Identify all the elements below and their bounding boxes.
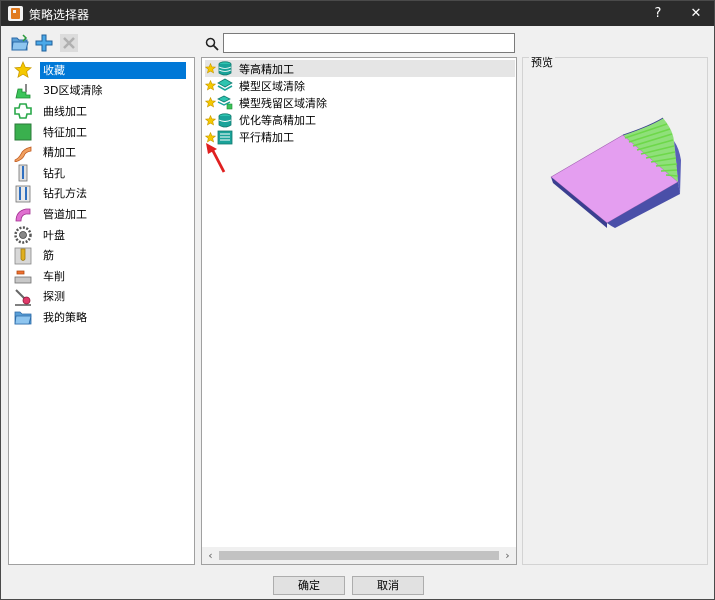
category-item-probe[interactable]: 探测 bbox=[14, 287, 190, 308]
folder-icon bbox=[14, 308, 32, 326]
category-label: 特征加工 bbox=[43, 125, 87, 139]
strategy-item-raster-finishing[interactable]: 平行精加工 bbox=[204, 129, 515, 146]
category-label: 我的策略 bbox=[43, 310, 87, 324]
category-item-my-strategies[interactable]: 我的策略 bbox=[14, 307, 190, 328]
category-item-turning[interactable]: 车削 bbox=[14, 266, 190, 287]
category-label: 车削 bbox=[43, 269, 65, 283]
category-label: 管道加工 bbox=[43, 207, 87, 221]
preview-title: 预览 bbox=[529, 54, 555, 70]
favorite-star-icon[interactable] bbox=[204, 62, 217, 74]
model-rest-clear-icon bbox=[217, 95, 233, 110]
category-item-drilling-method[interactable]: 钻孔方法 bbox=[14, 184, 190, 205]
area-clear-icon bbox=[14, 82, 32, 100]
scroll-right-icon[interactable]: › bbox=[499, 547, 516, 564]
scrollbar-thumb[interactable] bbox=[219, 551, 499, 560]
category-label: 精加工 bbox=[43, 146, 76, 160]
category-item-curve-machining[interactable]: 曲线加工 bbox=[14, 101, 190, 122]
strategy-label: 模型区域清除 bbox=[239, 79, 305, 93]
delete-icon[interactable] bbox=[59, 33, 79, 53]
feature-machining-icon bbox=[14, 123, 32, 141]
category-item-favorites[interactable]: 收藏 bbox=[14, 60, 190, 81]
rib-icon bbox=[14, 247, 32, 265]
strategy-item-constant-z[interactable]: 等高精加工 bbox=[204, 60, 515, 78]
probe-icon bbox=[14, 288, 32, 306]
strategy-list: 等高精加工 模型区域清除 模型残留区域清除 优化等高精加工 平行精加工 bbox=[204, 60, 515, 146]
scroll-left-icon[interactable]: ‹ bbox=[202, 547, 219, 564]
strategy-list-panel[interactable]: 等高精加工 模型区域清除 模型残留区域清除 优化等高精加工 平行精加工 ‹ › bbox=[201, 57, 517, 565]
strategy-label: 等高精加工 bbox=[239, 62, 294, 76]
blisk-icon bbox=[14, 226, 32, 244]
strategy-label: 优化等高精加工 bbox=[239, 114, 316, 128]
turning-icon bbox=[14, 267, 32, 285]
category-item-drilling[interactable]: 钻孔 bbox=[14, 163, 190, 184]
category-item-pipe-machining[interactable]: 管道加工 bbox=[14, 204, 190, 225]
model-area-clear-icon bbox=[217, 78, 233, 93]
red-annotation-arrow bbox=[206, 143, 226, 173]
drilling-method-icon bbox=[14, 185, 32, 203]
category-item-3d-area-clear[interactable]: 3D区域清除 bbox=[14, 81, 190, 102]
favorite-star-icon[interactable] bbox=[204, 80, 217, 91]
star-icon bbox=[14, 61, 32, 79]
category-label: 探测 bbox=[43, 290, 65, 304]
strategy-selector-dialog: 策略选择器 ? ✕ 收藏 3D区域清除 曲线加工 特征加工 精加工 钻孔 钻孔方… bbox=[0, 0, 715, 600]
category-item-finishing[interactable]: 精加工 bbox=[14, 142, 190, 163]
category-tree[interactable]: 收藏 3D区域清除 曲线加工 特征加工 精加工 钻孔 钻孔方法 管道加工 叶盘 … bbox=[8, 57, 195, 565]
ok-button[interactable]: 确定 bbox=[273, 576, 345, 595]
strategy-item-optimized-constant-z[interactable]: 优化等高精加工 bbox=[204, 112, 515, 129]
strategy-label: 平行精加工 bbox=[239, 131, 294, 145]
strategy-item-model-area-clear[interactable]: 模型区域清除 bbox=[204, 77, 515, 94]
category-label: 筋 bbox=[43, 249, 54, 263]
optimized-constant-z-icon bbox=[217, 113, 233, 128]
category-item-rib[interactable]: 筋 bbox=[14, 245, 190, 266]
cancel-button[interactable]: 取消 bbox=[352, 576, 424, 595]
category-label: 叶盘 bbox=[43, 228, 65, 242]
preview-model-image bbox=[550, 117, 681, 228]
favorite-star-icon[interactable] bbox=[204, 114, 217, 126]
finishing-icon bbox=[14, 144, 32, 163]
app-logo-icon bbox=[8, 6, 23, 21]
search-input[interactable] bbox=[223, 33, 515, 53]
preview-panel: 预览 bbox=[522, 54, 708, 565]
category-label: 3D区域清除 bbox=[43, 84, 103, 98]
category-item-feature-machining[interactable]: 特征加工 bbox=[14, 122, 190, 143]
category-list: 收藏 3D区域清除 曲线加工 特征加工 精加工 钻孔 钻孔方法 管道加工 叶盘 … bbox=[14, 60, 190, 328]
category-label: 曲线加工 bbox=[43, 104, 87, 118]
window-title: 策略选择器 bbox=[29, 8, 90, 22]
horizontal-scrollbar[interactable]: ‹ › bbox=[202, 547, 516, 564]
drilling-icon bbox=[14, 164, 32, 182]
strategy-item-model-rest-clear[interactable]: 模型残留区域清除 bbox=[204, 94, 515, 111]
category-label: 钻孔方法 bbox=[43, 187, 87, 201]
constant-z-icon bbox=[217, 61, 233, 76]
pipe-machining-icon bbox=[14, 205, 32, 223]
title-bar[interactable]: 策略选择器 ? ✕ bbox=[1, 1, 714, 26]
add-icon[interactable] bbox=[34, 33, 54, 53]
close-button[interactable]: ✕ bbox=[679, 1, 713, 26]
curve-machining-icon bbox=[14, 102, 32, 120]
search-icon bbox=[205, 37, 219, 51]
category-label: 收藏 bbox=[40, 61, 186, 79]
toolbar bbox=[8, 33, 193, 55]
favorite-star-icon[interactable] bbox=[204, 97, 217, 109]
category-label: 钻孔 bbox=[43, 166, 65, 180]
category-item-blisk[interactable]: 叶盘 bbox=[14, 225, 190, 246]
strategy-label: 模型残留区域清除 bbox=[239, 96, 327, 110]
help-button[interactable]: ? bbox=[641, 1, 675, 26]
open-folder-icon[interactable] bbox=[10, 33, 30, 53]
